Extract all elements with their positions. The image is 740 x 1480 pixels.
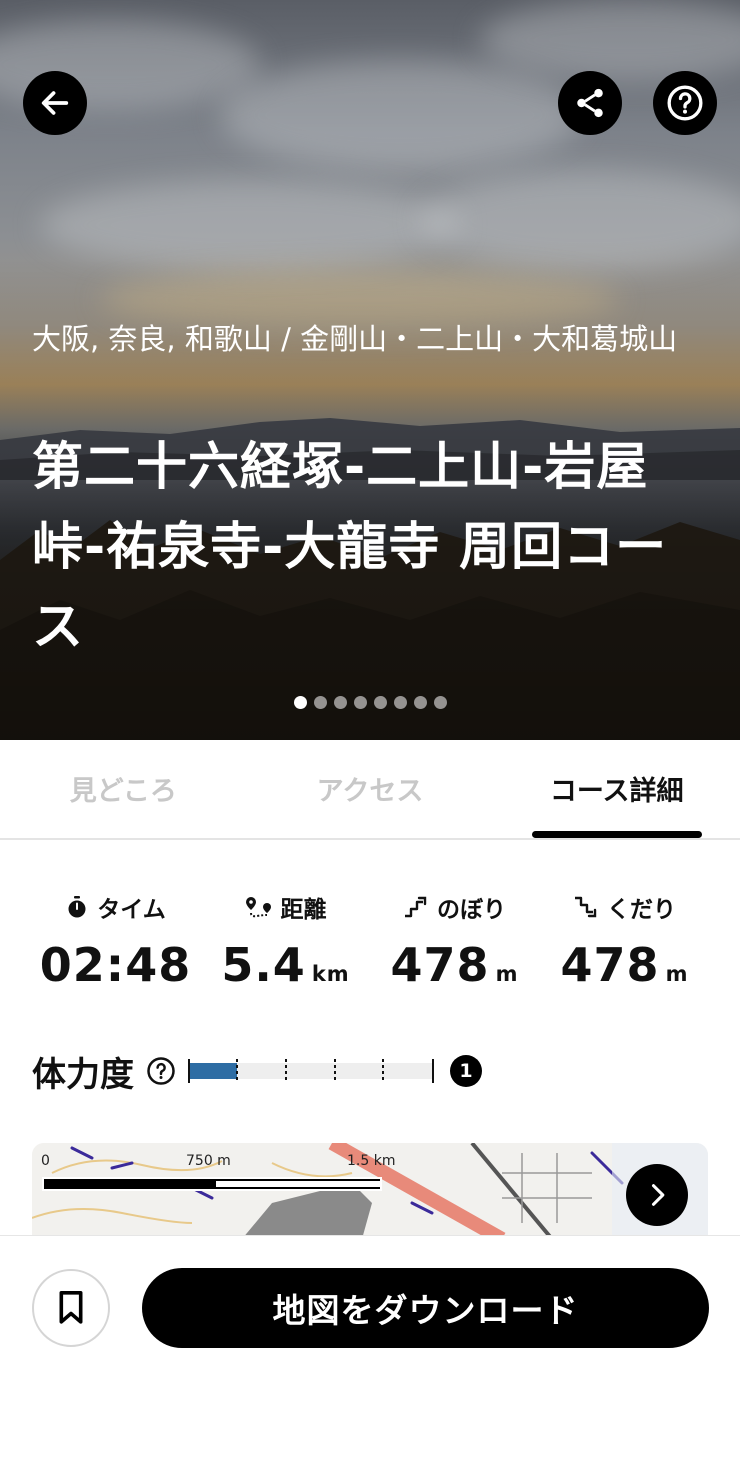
scale-label-mid: 750 m (186, 1153, 231, 1169)
pager-dot[interactable] (374, 696, 387, 709)
scale-label-zero: 0 (41, 1153, 50, 1169)
stamina-label: 体力度 (32, 1054, 134, 1095)
arrow-left-icon (41, 91, 69, 115)
map-preview[interactable]: 0 750 m 1.5 km (32, 1143, 708, 1239)
stat-descent: くだり 478 m (532, 880, 717, 992)
back-button[interactable] (23, 71, 87, 135)
stopwatch-icon (68, 896, 86, 918)
question-circle-icon[interactable] (146, 1056, 176, 1086)
bookmark-icon (59, 1290, 83, 1324)
share-button[interactable] (558, 71, 622, 135)
stamina-meter (188, 1059, 434, 1083)
bottom-action-bar: 地図をダウンロード (0, 1235, 740, 1480)
stat-distance-value: 5.4 (221, 938, 306, 992)
tab-highlights[interactable]: 見どころ (0, 740, 247, 838)
stat-descent-value: 478 (560, 938, 660, 992)
stat-distance-unit: km (311, 962, 350, 986)
stat-descent-unit: m (665, 962, 689, 986)
stamina-row: 体力度 1 (32, 1045, 482, 1097)
stat-ascent-label: のぼり (437, 897, 506, 923)
stat-ascent-value: 478 (390, 938, 490, 992)
stat-time: タイム 02:48 (23, 880, 208, 992)
pager-dot[interactable] (334, 696, 347, 709)
stamina-level-badge: 1 (450, 1055, 482, 1087)
pager-dot[interactable] (294, 696, 307, 709)
tab-access[interactable]: アクセス (247, 740, 494, 838)
question-circle-icon (667, 85, 703, 121)
scale-bar (42, 1177, 382, 1191)
route-icon (245, 897, 271, 918)
uphill-icon (405, 896, 427, 918)
stat-distance-label: 距離 (280, 897, 327, 923)
pager-dot[interactable] (414, 696, 427, 709)
stat-descent-label: くだり (607, 897, 676, 923)
stamina-meter-fill (188, 1063, 237, 1079)
course-stats: タイム 02:48 距離 5.4 km のぼり 478 m くだり 478 m (0, 880, 740, 1000)
pager-dot[interactable] (394, 696, 407, 709)
share-icon (577, 88, 603, 118)
download-map-button[interactable]: 地図をダウンロード (142, 1268, 709, 1348)
tab-course-details[interactable]: コース詳細 (493, 740, 740, 838)
stat-time-value: 02:48 (39, 938, 192, 992)
photo-pager[interactable] (294, 696, 447, 710)
area-breadcrumb: 大阪, 奈良, 和歌山 / 金剛山・二上山・大和葛城山 (32, 322, 678, 356)
stat-distance: 距離 5.4 km (193, 880, 378, 992)
map-open-button[interactable] (626, 1164, 688, 1226)
pager-dot[interactable] (354, 696, 367, 709)
stat-ascent-unit: m (495, 962, 519, 986)
stat-ascent: のぼり 478 m (362, 880, 547, 992)
pager-dot[interactable] (314, 696, 327, 709)
pager-dot[interactable] (434, 696, 447, 709)
tab-bar: 見どころ アクセス コース詳細 (0, 740, 740, 840)
downhill-icon (575, 896, 597, 918)
bookmark-button[interactable] (32, 1269, 110, 1347)
scale-label-max: 1.5 km (347, 1153, 396, 1169)
course-title: 第二十六経塚-二上山-岩屋峠-祐泉寺-大龍寺 周回コース (32, 438, 668, 657)
help-button[interactable] (653, 71, 717, 135)
chevron-right-icon (651, 1184, 665, 1206)
stat-time-label: タイム (97, 897, 166, 923)
